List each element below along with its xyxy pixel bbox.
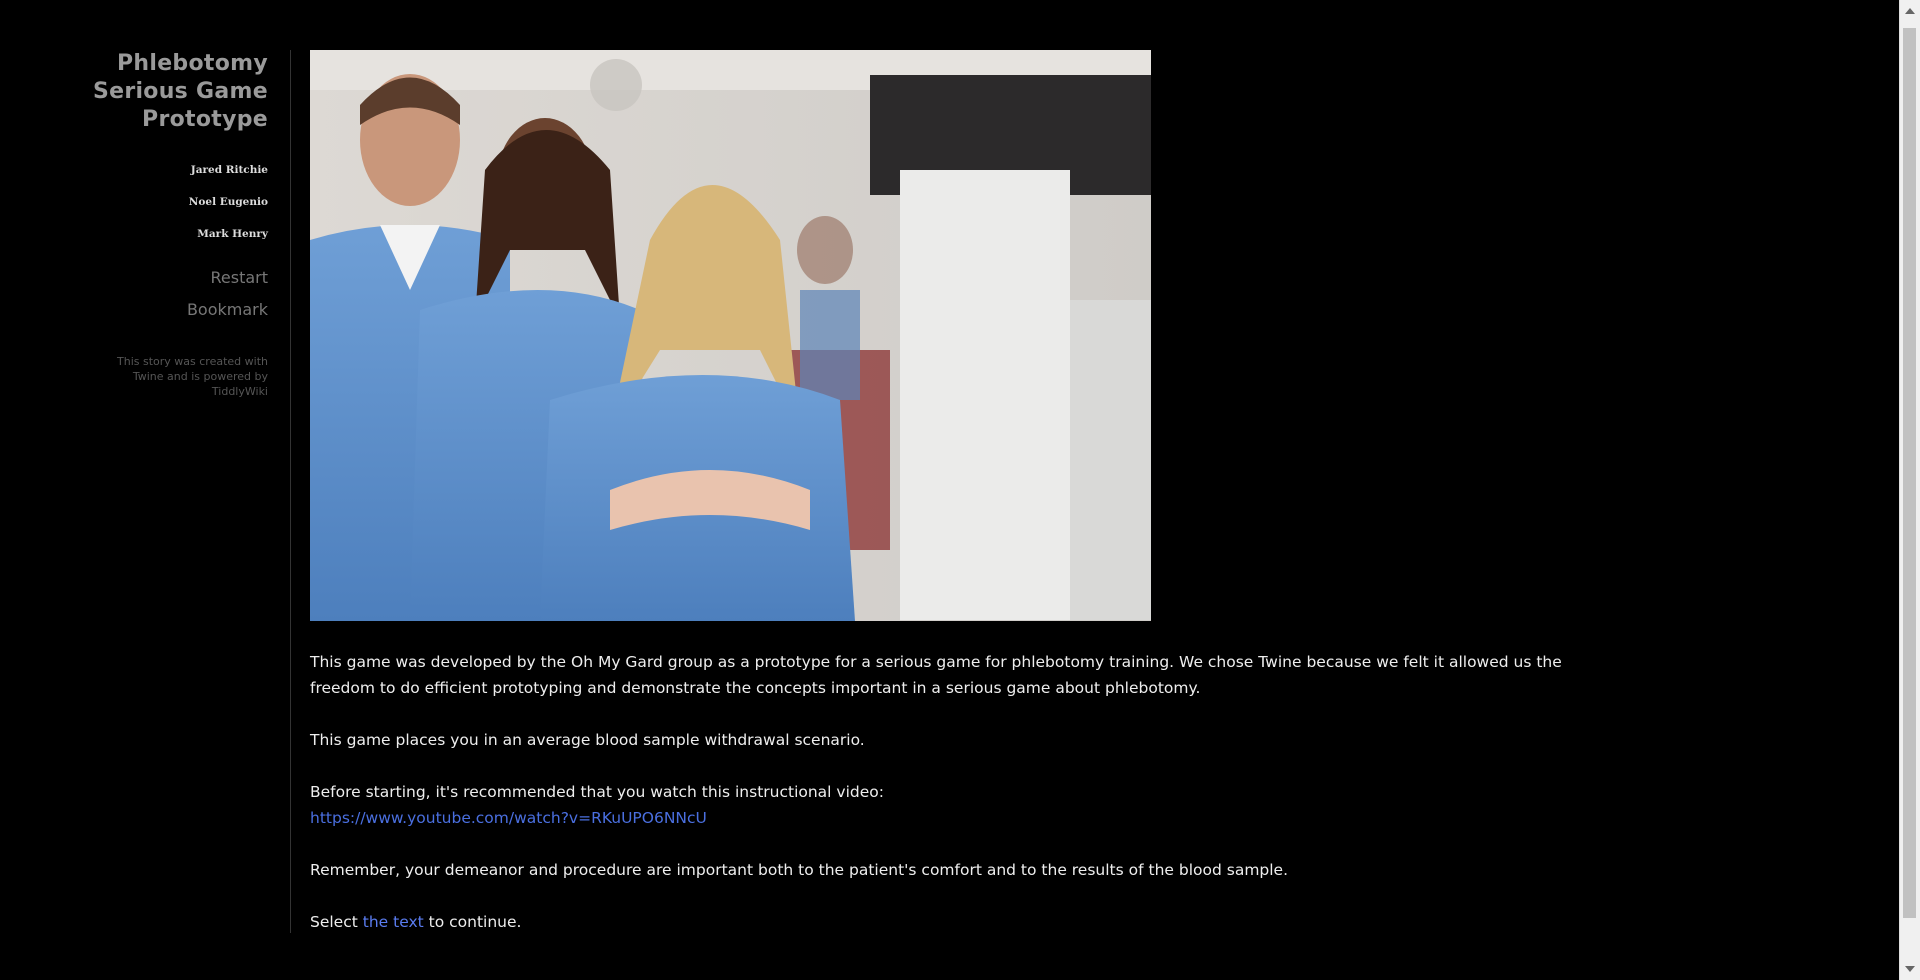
scenario-paragraph: This game places you in an average blood… — [310, 731, 865, 749]
title-line: Phlebotomy — [116, 51, 268, 76]
credits-text: This story was created with Twine and is… — [117, 355, 268, 398]
video-link[interactable]: https://www.youtube.com/watch?v=RKuUPO6N… — [310, 809, 707, 827]
continue-prefix: Select — [310, 913, 363, 931]
sidebar: Phlebotomy Serious Game Prototype Jared … — [0, 50, 268, 399]
author-name: Mark Henry — [197, 228, 268, 240]
scroll-thumb[interactable] — [1903, 28, 1916, 918]
continue-paragraph: Select the text to continue. — [310, 909, 1610, 935]
author-list: Jared Ritchie Noel Eugenio Mark Henry — [0, 154, 268, 250]
reminder-paragraph: Remember, your demeanor and procedure ar… — [310, 861, 1289, 879]
continue-link[interactable]: the text — [363, 913, 424, 931]
video-intro-text: Before starting, it's recommended that y… — [310, 783, 884, 801]
author-name: Noel Eugenio — [188, 196, 268, 208]
phlebotomy-staff-photo — [310, 50, 1151, 621]
scroll-up-arrow-icon[interactable] — [1905, 8, 1915, 14]
scroll-down-arrow-icon[interactable] — [1905, 966, 1915, 972]
continue-suffix: to continue. — [423, 913, 522, 931]
bookmark-link[interactable]: Bookmark — [0, 294, 268, 326]
sidebar-divider — [290, 50, 291, 933]
title-line: Serious Game — [92, 79, 268, 104]
title-line: Prototype — [142, 107, 268, 132]
vertical-scrollbar[interactable] — [1899, 0, 1920, 980]
restart-link[interactable]: Restart — [0, 262, 268, 294]
author-name: Jared Ritchie — [190, 164, 268, 176]
story-title: Phlebotomy Serious Game Prototype — [0, 50, 268, 134]
video-paragraph: Before starting, it's recommended that y… — [310, 779, 1610, 831]
passage-text: This game was developed by the Oh My Gar… — [310, 649, 1610, 935]
passage: This game was developed by the Oh My Gar… — [310, 50, 1610, 961]
story-menu: Restart Bookmark — [0, 262, 268, 326]
intro-paragraph: This game was developed by the Oh My Gar… — [310, 653, 1562, 697]
